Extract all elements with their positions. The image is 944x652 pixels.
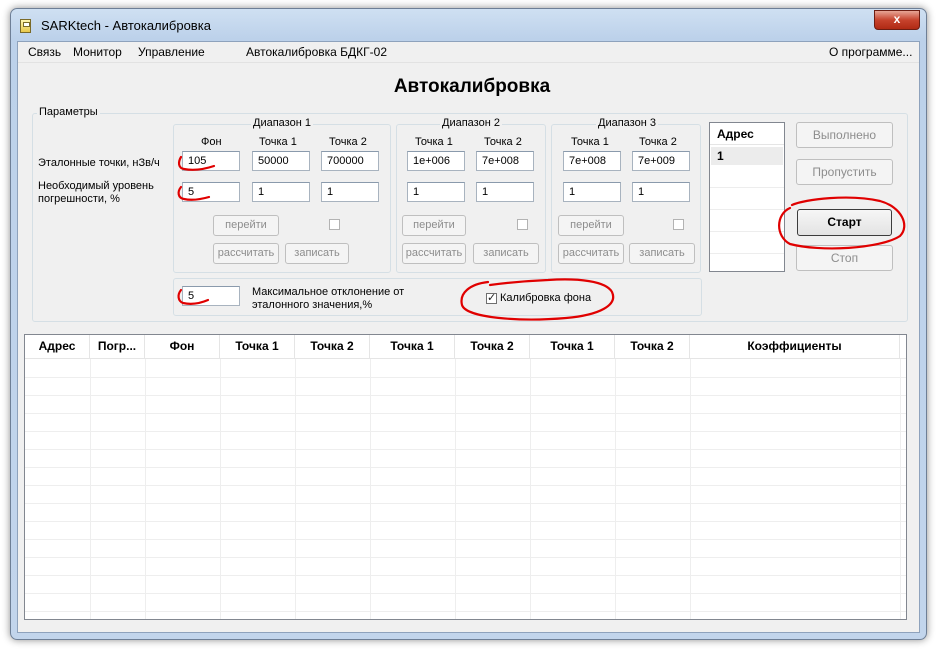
col-address[interactable]: Адрес	[25, 335, 90, 358]
menu-monitor[interactable]: Монитор	[73, 45, 122, 59]
range3-checkbox[interactable]	[673, 219, 684, 230]
params-group-label: Параметры	[37, 106, 100, 118]
range2-col-p2: Точка 2	[484, 136, 522, 148]
range2-p2-input[interactable]: 7e+008	[476, 151, 534, 171]
range3-write-button[interactable]: записать	[629, 243, 695, 264]
max-deviation-label: Максимальное отклонение от эталонного зн…	[252, 286, 405, 311]
col-r1-p1[interactable]: Точка 1	[220, 335, 295, 358]
range3-p1-input[interactable]: 7e+008	[563, 151, 621, 171]
range1-err-p2-input[interactable]: 1	[321, 182, 379, 202]
address-list-header: Адрес	[710, 123, 784, 145]
stop-button[interactable]: Стоп	[796, 245, 893, 271]
range1-goto-button[interactable]: перейти	[213, 215, 279, 236]
max-deviation-input[interactable]: 5	[182, 286, 240, 306]
range2-checkbox[interactable]	[517, 219, 528, 230]
range1-checkbox[interactable]	[329, 219, 340, 230]
range3-col-p2: Точка 2	[639, 136, 677, 148]
range2-err-p1-input[interactable]: 1	[407, 182, 465, 202]
range3-err-p2-input[interactable]: 1	[632, 182, 690, 202]
range1-label: Диапазон 1	[251, 117, 313, 129]
range1-err-p1-input[interactable]: 1	[252, 182, 310, 202]
col-r3-p1[interactable]: Точка 1	[530, 335, 615, 358]
range2-calc-button[interactable]: рассчитать	[402, 243, 466, 264]
range3-err-p1-input[interactable]: 1	[563, 182, 621, 202]
bg-calibration-checkbox[interactable]	[486, 291, 497, 304]
window-title: SARKtech - Автокалибровка	[41, 18, 211, 33]
range1-err-bg-input[interactable]: 5	[182, 182, 240, 202]
range3-col-p1: Точка 1	[571, 136, 609, 148]
col-r1-p2[interactable]: Точка 2	[295, 335, 370, 358]
col-r3-p2[interactable]: Точка 2	[615, 335, 690, 358]
address-listbox[interactable]: Адрес 1	[709, 122, 785, 272]
range2-col-p1: Точка 1	[415, 136, 453, 148]
range1-p2-input[interactable]: 700000	[321, 151, 379, 171]
reference-points-label: Эталонные точки, нЗв/ч	[38, 157, 160, 169]
menu-connection[interactable]: Связь	[28, 45, 61, 59]
range2-p1-input[interactable]: 1e+006	[407, 151, 465, 171]
range1-bg-input[interactable]: 105	[182, 151, 240, 171]
range1-write-button[interactable]: записать	[285, 243, 349, 264]
range2-goto-button[interactable]: перейти	[402, 215, 466, 236]
col-r2-p1[interactable]: Точка 1	[370, 335, 455, 358]
menu-autocalibration[interactable]: Автокалибровка БДКГ-02	[246, 45, 387, 59]
range1-col-p2: Точка 2	[329, 136, 367, 148]
menu-bar: Связь Монитор Управление Автокалибровка …	[18, 42, 919, 63]
results-table-header: Адрес Погр... Фон Точка 1 Точка 2 Точка …	[25, 335, 906, 359]
range2-label: Диапазон 2	[440, 117, 502, 129]
menu-about[interactable]: О программе...	[829, 45, 912, 59]
range1-p1-input[interactable]: 50000	[252, 151, 310, 171]
range2-write-button[interactable]: записать	[473, 243, 539, 264]
range2-err-p2-input[interactable]: 1	[476, 182, 534, 202]
bg-calibration-label[interactable]: Калибровка фона	[500, 292, 591, 305]
range3-p2-input[interactable]: 7e+009	[632, 151, 690, 171]
range3-label: Диапазон 3	[596, 117, 658, 129]
done-button[interactable]: Выполнено	[796, 122, 893, 148]
range1-calc-button[interactable]: рассчитать	[213, 243, 279, 264]
address-list-item[interactable]: 1	[711, 147, 783, 165]
col-error[interactable]: Погр...	[90, 335, 145, 358]
results-table-body	[25, 359, 906, 619]
range1-col-bg: Фон	[201, 136, 222, 148]
menu-control[interactable]: Управление	[138, 45, 205, 59]
title-bar[interactable]: SARKtech - Автокалибровка x	[11, 9, 926, 41]
range3-goto-button[interactable]: перейти	[558, 215, 624, 236]
skip-button[interactable]: Пропустить	[796, 159, 893, 185]
close-window-button[interactable]: x	[874, 10, 920, 30]
col-r2-p2[interactable]: Точка 2	[455, 335, 530, 358]
app-icon	[20, 19, 31, 33]
range1-col-p1: Точка 1	[259, 136, 297, 148]
range3-calc-button[interactable]: рассчитать	[558, 243, 624, 264]
col-bg[interactable]: Фон	[145, 335, 220, 358]
col-coefficients[interactable]: Коэффициенты	[690, 335, 900, 358]
results-table[interactable]: Адрес Погр... Фон Точка 1 Точка 2 Точка …	[24, 334, 907, 620]
error-level-label: Необходимый уровень погрешности, %	[38, 180, 154, 205]
start-button[interactable]: Старт	[797, 209, 892, 236]
page-title: Автокалибровка	[393, 76, 551, 97]
